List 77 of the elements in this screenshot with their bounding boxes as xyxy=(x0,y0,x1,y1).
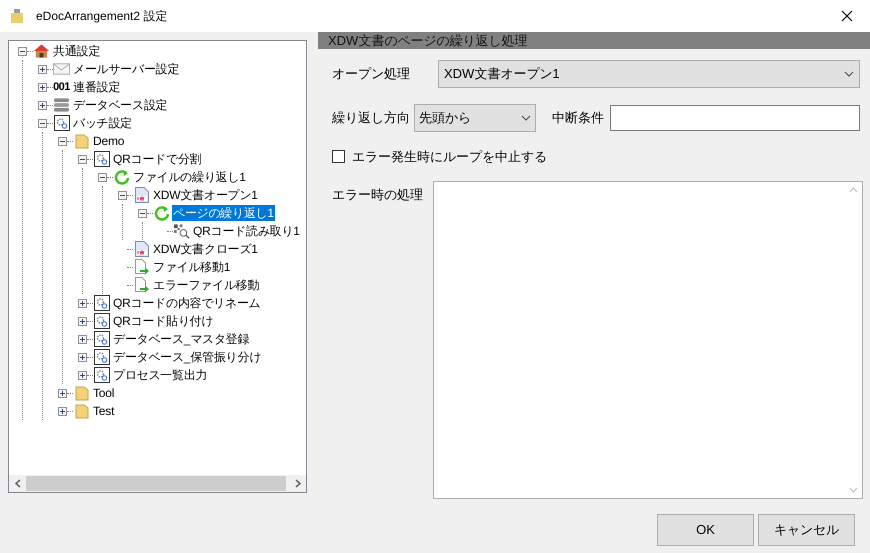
chevron-down-icon xyxy=(521,115,531,121)
tree-item[interactable]: Tool xyxy=(92,385,116,401)
tree-item[interactable]: ファイル移動1 xyxy=(152,259,232,275)
tree-item[interactable]: データベース_保管振り分け xyxy=(112,349,262,365)
expand-icon[interactable] xyxy=(58,388,67,398)
close-icon xyxy=(841,10,853,22)
window-title: eDocArrangement2 設定 xyxy=(36,8,168,25)
tree-item[interactable]: XDW文書クローズ1 xyxy=(152,241,259,257)
scroll-right-icon[interactable] xyxy=(294,479,300,488)
gear-document-icon xyxy=(94,367,110,383)
tree-item[interactable]: Test xyxy=(92,403,116,419)
gear-document-icon xyxy=(94,151,110,167)
tree-item[interactable]: XDW文書オープン1 xyxy=(152,187,259,203)
collapse-icon[interactable] xyxy=(118,190,127,200)
folder-icon xyxy=(74,403,88,419)
file-arrow-icon xyxy=(134,259,150,275)
collapse-icon[interactable] xyxy=(78,154,87,164)
tree-item[interactable]: ファイルの繰り返し1 xyxy=(132,169,247,185)
collapse-icon[interactable] xyxy=(38,118,47,128)
document-icon xyxy=(134,187,148,203)
tree-item[interactable]: Demo xyxy=(92,133,126,149)
tree-item[interactable]: エラーファイル移動 xyxy=(152,277,260,293)
tree-item[interactable]: QRコード貼り付け xyxy=(112,313,214,329)
gear-document-icon xyxy=(54,115,70,131)
checkbox-label: エラー発生時にループを中止する xyxy=(352,148,547,166)
tree-item[interactable]: データベース設定 xyxy=(72,97,168,113)
file-arrow-icon xyxy=(134,277,150,293)
gear-document-icon xyxy=(94,313,110,329)
tree-item[interactable]: バッチ設定 xyxy=(72,115,134,131)
dialog-button[interactable]: キャンセル xyxy=(758,514,855,546)
section-header: XDW文書のページの繰り返し処理 xyxy=(318,32,870,49)
loop-arrow-icon xyxy=(154,205,170,221)
chevron-down-icon xyxy=(844,71,854,77)
expand-icon[interactable] xyxy=(58,406,67,416)
expand-icon[interactable] xyxy=(78,334,87,344)
expand-icon[interactable] xyxy=(78,298,87,308)
gear-document-icon xyxy=(94,349,110,365)
tree-item[interactable]: プロセス一覧出力 xyxy=(112,367,208,383)
app-icon xyxy=(10,8,24,24)
collapse-icon[interactable] xyxy=(98,172,107,182)
tree-item[interactable]: データベース_マスタ登録 xyxy=(112,331,250,347)
collapse-icon[interactable] xyxy=(58,136,67,146)
dropdown[interactable]: 先頭から xyxy=(414,104,536,132)
field-label: 繰り返し方向 xyxy=(332,109,410,128)
envelope-icon xyxy=(53,62,70,76)
gear-document-icon xyxy=(94,295,110,311)
collapse-icon[interactable] xyxy=(138,208,147,218)
tree-item[interactable]: QRコードで分割 xyxy=(112,151,202,167)
folder-icon xyxy=(74,133,88,149)
house-icon xyxy=(33,43,50,59)
document-icon xyxy=(134,241,148,257)
tree-item[interactable]: QRコードの内容でリネーム xyxy=(112,295,262,311)
dropdown[interactable]: XDW文書オープン1 xyxy=(438,60,860,88)
horizontal-scrollbar[interactable] xyxy=(9,475,306,492)
dialog-button[interactable]: OK xyxy=(657,514,754,546)
field-label: エラー時の処理 xyxy=(332,186,424,204)
checkbox[interactable] xyxy=(332,150,345,164)
collapse-icon[interactable] xyxy=(18,46,27,56)
input-field[interactable] xyxy=(610,105,860,131)
gear-document-icon xyxy=(94,331,110,347)
number-label: 001 xyxy=(53,82,70,92)
expand-icon[interactable] xyxy=(38,100,47,110)
tree-item[interactable]: ページの繰り返し1 xyxy=(172,205,275,221)
expand-icon[interactable] xyxy=(38,64,47,74)
expand-icon[interactable] xyxy=(38,82,47,92)
folder-icon xyxy=(74,385,88,401)
tree-item[interactable]: メールサーバー設定 xyxy=(72,61,180,77)
tree-item[interactable]: QRコード読み取り1 xyxy=(192,223,301,239)
expand-icon[interactable] xyxy=(78,370,87,380)
field-label: オープン処理 xyxy=(332,65,411,84)
scroll-left-icon[interactable] xyxy=(14,479,20,488)
expand-icon[interactable] xyxy=(78,352,87,362)
field-label: 中断条件 xyxy=(552,109,604,128)
tree-item[interactable]: 連番設定 xyxy=(72,79,122,95)
expand-icon[interactable] xyxy=(78,316,87,326)
loop-arrow-icon xyxy=(114,169,130,185)
tree-item[interactable]: 共通設定 xyxy=(52,43,102,59)
